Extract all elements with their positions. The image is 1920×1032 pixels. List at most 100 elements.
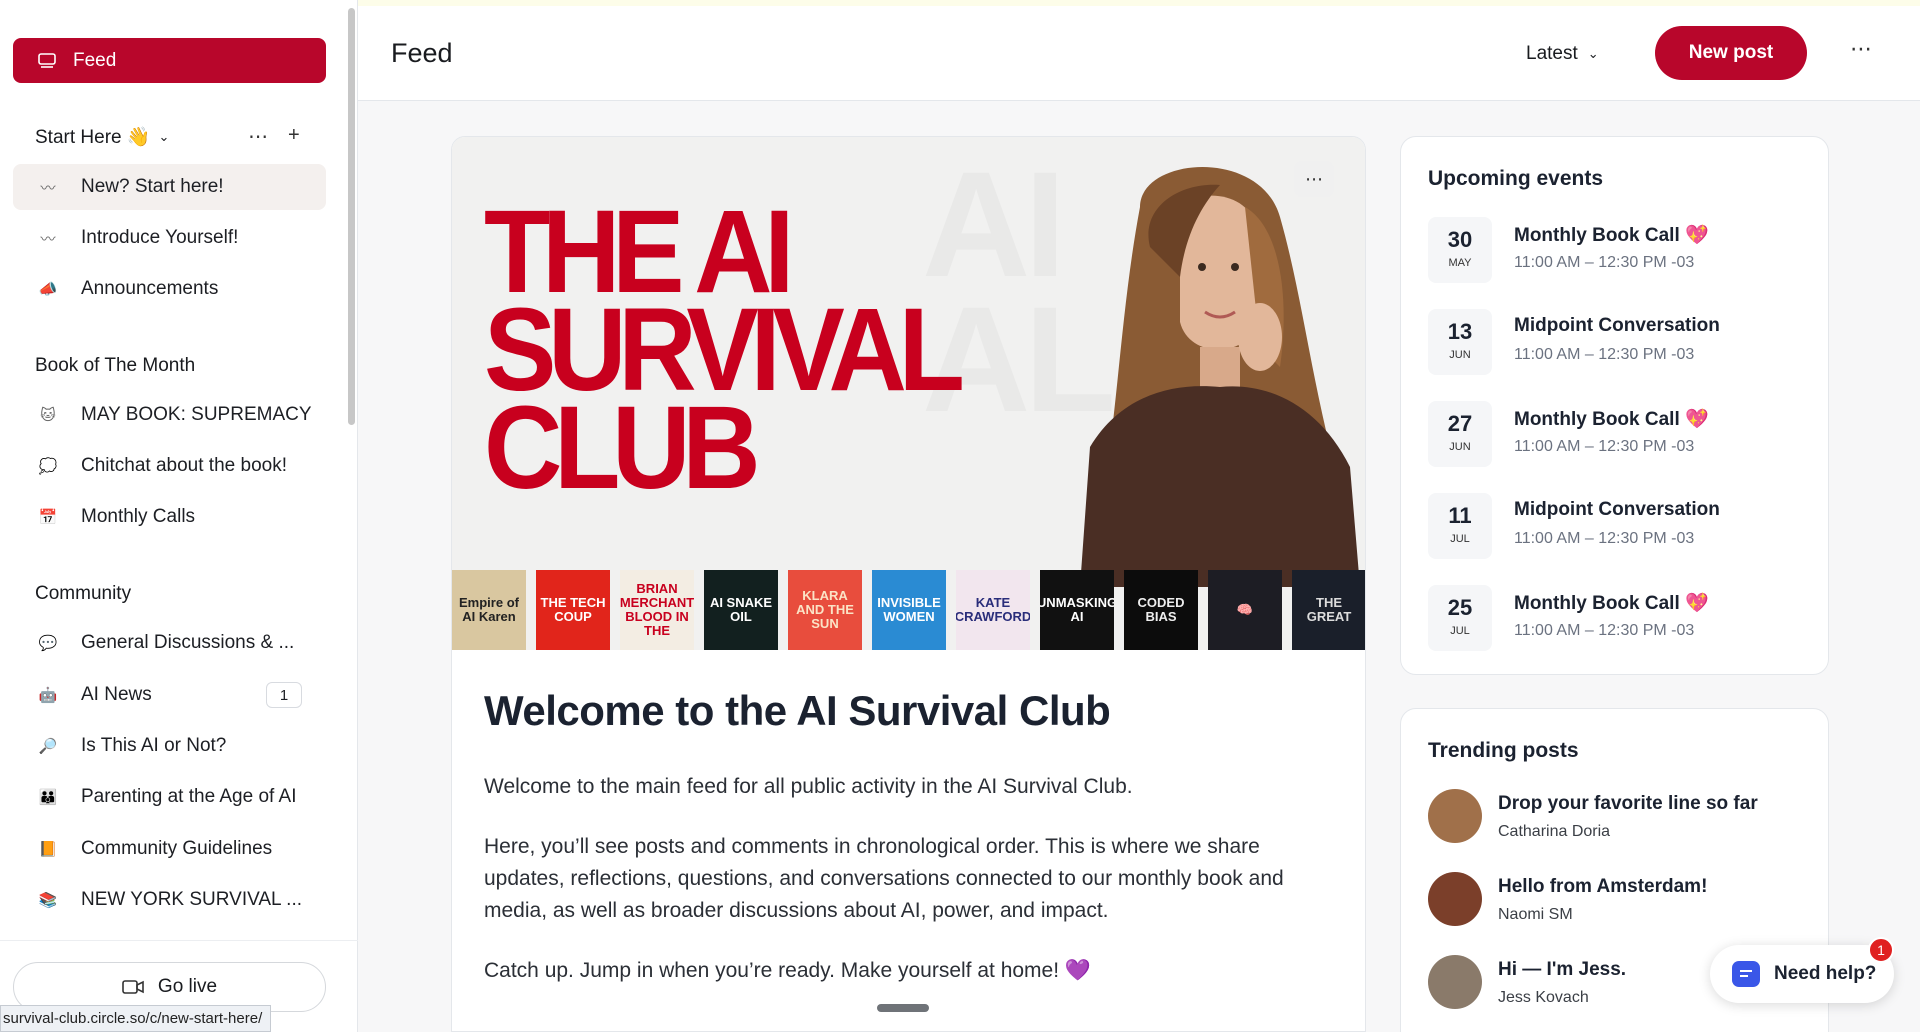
sidebar-item-guidelines[interactable]: 📙 Community Guidelines [13,826,326,872]
link-preview-url: survival-club.circle.so/c/new-start-here… [0,1005,272,1032]
book-cover: CODED BIAS [1124,570,1198,650]
group-book-of-month-label: Book of The Month [35,355,196,376]
sidebar-item-label: New? Start here! [81,176,224,197]
book-cover: 🧠 [1208,570,1282,650]
book-title: 🧠 [1236,602,1254,617]
book-cover: THE TECH COUP [536,570,610,650]
post-paragraph: Catch up. Jump in when you’re ready. Mak… [484,959,1092,982]
book-title: THE GREAT [1306,595,1352,624]
event-date: 11 JUL [1428,493,1492,559]
trending-post-author: Catharina Doria [1498,823,1611,840]
speech-bubble-icon: 💬 [38,635,58,652]
sidebar-item-is-this-ai[interactable]: 🔎 Is This AI or Not? [13,723,326,769]
event-month: MAY [1448,257,1472,269]
post-paragraph: Welcome to the main feed for all public … [484,775,1133,798]
book-icon: 📙 [38,841,58,858]
trending-post-item[interactable]: Drop your favorite line so far Catharina… [1428,789,1808,849]
sidebar-item-label: Community Guidelines [81,838,273,859]
group-start-here[interactable]: Start Here 👋 ⌄ [35,125,169,149]
event-item[interactable]: 11 JUL Midpoint Conversation 11:00 AM – … [1428,493,1808,559]
group-book-of-month[interactable]: Book of The Month [35,355,195,377]
book-cover: BRIAN MERCHANT BLOOD IN THE [620,570,694,650]
go-live-label: Go live [157,976,218,997]
event-day: 27 [1447,411,1473,436]
book-cover: UNMASKING AI [1040,570,1114,650]
post-title: Welcome to the AI Survival Club [484,687,1111,734]
banner-title: THE AI SURVIVAL CLUB [484,193,965,507]
notification-badge: 1 [1868,937,1894,963]
event-day: 30 [1447,227,1473,252]
sidebar-feed-button[interactable]: Feed [13,38,326,83]
upcoming-events-panel: Upcoming events 30 MAY Monthly Book Call… [1400,136,1829,675]
event-item[interactable]: 27 JUN Monthly Book Call 💖 11:00 AM – 12… [1428,401,1808,467]
sidebar-item-chitchat[interactable]: 💭 Chitchat about the book! [13,443,326,489]
book-covers-strip: Empire of AI Karen THE TECH COUP BRIAN M… [452,570,1365,650]
event-date: 25 JUL [1428,585,1492,651]
event-name: Monthly Book Call 💖 [1514,409,1709,430]
book-title: KATE CRAWFORD [956,595,1030,624]
sidebar-item-general-discussions[interactable]: 💬 General Discussions & ... [13,620,326,666]
event-name: Midpoint Conversation [1514,499,1720,520]
sidebar-item-may-book[interactable]: 🐱 MAY BOOK: SUPREMACY [13,392,326,438]
trending-title: Trending posts [1428,739,1579,762]
host-portrait [1080,167,1360,587]
book-cover: AI SNAKE OIL [704,570,778,650]
trending-post-item[interactable]: Hello from Amsterdam! Naomi SM [1428,872,1808,932]
sidebar-item-announcements[interactable]: 📣 Announcements [13,266,326,312]
avatar [1428,955,1482,1009]
banner-more-icon[interactable]: ⋯ [1294,161,1334,197]
book-title: INVISIBLE WOMEN [877,595,941,624]
event-time: 11:00 AM – 12:30 PM -03 [1514,530,1695,547]
sidebar-scrollbar[interactable] [348,8,355,425]
book-cover: KLARA AND THE SUN [788,570,862,650]
plus-icon[interactable]: + [288,124,300,149]
megaphone-icon: 📣 [38,281,58,298]
more-icon[interactable]: ⋯ [248,124,268,149]
trending-post-title: Drop your favorite line so far [1498,793,1758,814]
events-title: Upcoming events [1428,167,1604,190]
more-options-icon[interactable]: ⋯ [1850,36,1873,62]
event-item[interactable]: 30 MAY Monthly Book Call 💖 11:00 AM – 12… [1428,217,1808,283]
event-item[interactable]: 13 JUN Midpoint Conversation 11:00 AM – … [1428,309,1808,375]
book-title: KLARA AND THE SUN [796,588,854,631]
sidebar-item-parenting[interactable]: 👪 Parenting at the Age of AI [13,774,326,820]
post-paragraph: Here, you’ll see posts and comments in c… [484,835,1284,922]
event-time: 11:00 AM – 12:30 PM -03 [1514,622,1695,639]
wave-icon: 〰 [40,230,56,248]
sidebar-item-new-start-here[interactable]: 〰 New? Start here! [13,164,326,210]
event-item[interactable]: 25 JUL Monthly Book Call 💖 11:00 AM – 12… [1428,585,1808,651]
book-title: AI SNAKE OIL [709,595,773,624]
book-title: UNMASKING AI [1040,595,1114,624]
sort-value: Latest [1526,43,1578,64]
group-community-label: Community [35,583,132,604]
sidebar-item-introduce-yourself[interactable]: 〰 Introduce Yourself! [13,215,326,261]
new-post-button[interactable]: New post [1655,26,1807,80]
event-month: JUN [1449,349,1471,361]
feed-label: Feed [73,49,117,71]
event-month: JUN [1449,441,1471,453]
chat-icon [1732,961,1760,987]
drag-handle[interactable] [877,1004,929,1012]
sidebar-item-monthly-calls[interactable]: 📅 Monthly Calls [13,494,326,540]
sidebar-item-label: Parenting at the Age of AI [81,786,297,807]
event-name: Midpoint Conversation [1514,315,1720,336]
post-body: Welcome to the AI Survival Club Welcome … [484,687,1344,987]
sidebar-item-ai-news[interactable]: 🤖 AI News 1 [13,672,326,718]
event-time: 11:00 AM – 12:30 PM -03 [1514,438,1695,455]
sidebar-item-label: Is This AI or Not? [81,735,227,756]
avatar [1428,789,1482,843]
sidebar-item-new-york[interactable]: 📚 NEW YORK SURVIVAL ... [13,877,326,923]
event-time: 11:00 AM – 12:30 PM -03 [1514,346,1695,363]
sidebar-divider [0,940,358,941]
magnifier-icon: 🔎 [38,738,58,755]
group-community[interactable]: Community [35,583,131,605]
trending-post-author: Naomi SM [1498,906,1573,923]
chevron-down-icon: ⌄ [158,129,170,144]
need-help-button[interactable]: Need help? [1710,945,1894,1003]
group-start-here-label: Start Here 👋 [35,127,151,148]
sort-dropdown[interactable]: Latest ⌄ [1526,43,1599,65]
event-date: 30 MAY [1428,217,1492,283]
group-actions: ⋯ + [248,124,300,149]
event-month: JUL [1450,625,1470,637]
welcome-post: AI AL THE AI SURVIVAL CLUB ⋯ Empire of AI… [451,136,1366,1032]
